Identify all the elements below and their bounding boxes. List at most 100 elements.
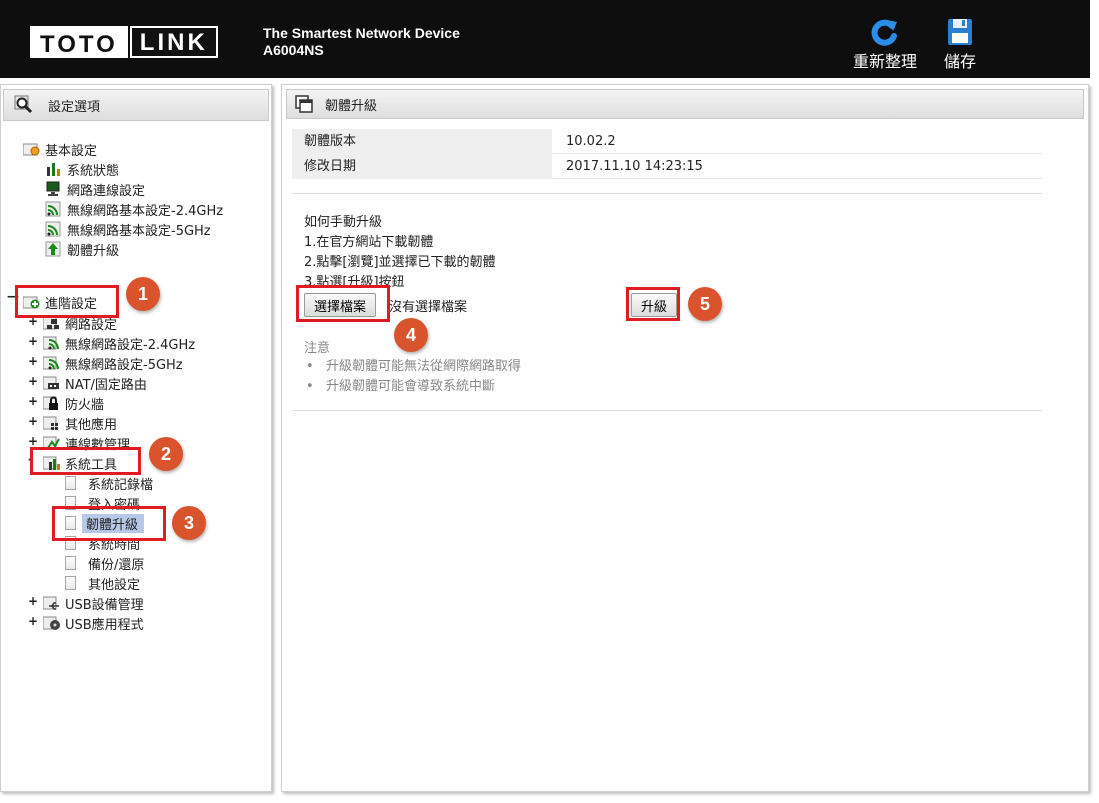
step-badge-4: 4	[394, 318, 428, 352]
folder-gear-icon	[23, 143, 40, 156]
sidebar-title: 設定選項	[48, 99, 101, 115]
save-label: 儲存	[944, 52, 977, 71]
modified-date-label: 修改日期	[292, 153, 552, 179]
sidebar-panel: 設定選項 基本設定 系統狀態 網路連線設定 無線網路基本設定-2.4GHz 無線…	[0, 84, 272, 792]
page-icon	[65, 476, 76, 490]
tree-item-network-connection[interactable]: 網路連線設定	[45, 180, 146, 199]
refresh-icon	[871, 19, 897, 46]
tree-item-usb-apps[interactable]: USB應用程式	[43, 614, 144, 633]
tree-item-firewall[interactable]: 防火牆	[43, 394, 105, 413]
tree-item-system-log[interactable]: 系統記錄檔	[65, 474, 154, 493]
tree-item-label: 韌體升級	[67, 243, 120, 259]
highlight-box-2	[30, 447, 141, 475]
expand-toggle[interactable]: +	[28, 434, 38, 448]
tree-item-wifi-basic-5[interactable]: 無線網路基本設定-5GHz	[45, 220, 211, 239]
tagline: The Smartest Network Device A6004NS	[263, 25, 460, 59]
tree-item-label: 網路連線設定	[67, 183, 146, 199]
highlight-box-3	[52, 506, 166, 541]
tree-item-label: 系統狀態	[67, 163, 120, 179]
router-icon	[43, 376, 59, 390]
page-title: 韌體升級	[325, 98, 378, 114]
logo-left: TOTO	[30, 26, 128, 58]
tree-item-label: 其他應用	[65, 417, 118, 433]
tree-item-wifi-basic-24[interactable]: 無線網路基本設定-2.4GHz	[45, 200, 224, 219]
refresh-label: 重新整理	[853, 52, 918, 71]
note-list: 升級韌體可能無法從網際網路取得 升級韌體可能會導致系統中斷	[304, 357, 521, 397]
tree-basic-label: 基本設定	[45, 143, 98, 159]
tree-item-label: USB應用程式	[65, 617, 144, 633]
highlight-box-4	[296, 285, 390, 322]
highlight-box-1	[15, 285, 119, 318]
modified-date-value: 2017.11.10 14:23:15	[566, 158, 703, 174]
tree-item-wifi-24[interactable]: 無線網路設定-2.4GHz	[43, 334, 196, 353]
main-panel: 韌體升級 韌體版本 10.02.2 修改日期 2017.11.10 14:23:…	[281, 84, 1089, 792]
wifi-icon	[45, 201, 61, 217]
tree-item-label: 系統記錄檔	[88, 477, 154, 493]
tree-item-usb-mgmt[interactable]: USB設備管理	[43, 594, 144, 613]
tree-item-system-status[interactable]: 系統狀態	[45, 160, 120, 179]
expand-toggle[interactable]: +	[28, 594, 38, 608]
tree-item-other-apps[interactable]: 其他應用	[43, 414, 118, 433]
magnifier-icon	[14, 95, 33, 114]
wifi-icon	[43, 336, 59, 350]
expand-toggle[interactable]: +	[28, 354, 38, 368]
expand-toggle[interactable]: +	[28, 394, 38, 408]
expand-toggle[interactable]: +	[28, 334, 38, 348]
tree-item-label: 無線網路基本設定-2.4GHz	[67, 203, 224, 219]
divider	[292, 410, 1042, 411]
step-badge-3: 3	[172, 506, 206, 540]
step-badge-1: 1	[126, 277, 160, 311]
upgrade-instructions: 如何手動升級 1.在官方網站下載韌體 2.點擊[瀏覽]並選擇已下載的韌體 3.點…	[304, 213, 496, 293]
no-file-text: 沒有選擇檔案	[389, 300, 468, 315]
usb-icon	[43, 596, 59, 610]
step-badge-5: 5	[688, 287, 722, 321]
highlight-box-5	[626, 287, 680, 321]
tree-item-firmware-basic[interactable]: 韌體升級	[45, 240, 120, 259]
wifi-icon	[45, 221, 61, 237]
tree-item-backup-restore[interactable]: 備份/還原	[65, 554, 145, 573]
page-icon	[65, 556, 76, 570]
save-button[interactable]: 儲存	[944, 18, 976, 72]
totolink-logo: TOTO LINK	[30, 26, 218, 58]
main-title-bar: 韌體升級	[286, 89, 1084, 119]
fw-version-label: 韌體版本	[292, 128, 552, 154]
lock-icon	[43, 396, 58, 410]
monitor-icon	[46, 181, 60, 196]
table-row: 修改日期 2017.11.10 14:23:15	[292, 153, 1042, 179]
tree-item-label: 備份/還原	[88, 557, 145, 573]
chart-icon	[47, 163, 60, 176]
expand-toggle[interactable]: +	[28, 374, 38, 388]
upgrade-arrow-icon	[45, 241, 61, 257]
firmware-info-table: 韌體版本 10.02.2 修改日期 2017.11.10 14:23:15	[292, 128, 1042, 179]
logo-right: LINK	[129, 26, 218, 58]
list-item: 升級韌體可能會導致系統中斷	[304, 377, 521, 397]
tree-item-label: NAT/固定路由	[65, 377, 147, 393]
wifi-icon	[43, 356, 59, 370]
tree-item-nat[interactable]: NAT/固定路由	[43, 374, 147, 393]
refresh-button[interactable]: 重新整理	[853, 18, 917, 72]
list-item: 升級韌體可能無法從網際網路取得	[304, 357, 521, 377]
disc-icon	[43, 616, 60, 630]
tree-item-label: 其他設定	[88, 577, 141, 593]
sidebar-title-bar: 設定選項	[3, 89, 269, 121]
tree-item-label: 無線網路基本設定-5GHz	[67, 223, 211, 239]
fw-version-value: 10.02.2	[566, 133, 616, 149]
tree-item-label: USB設備管理	[65, 597, 144, 613]
divider	[292, 193, 1042, 194]
save-icon	[948, 19, 972, 45]
howto-step-1: 1.在官方網站下載韌體	[304, 235, 434, 250]
howto-step-2: 2.點擊[瀏覽]並選擇已下載的韌體	[304, 255, 496, 270]
tree-item-label: 無線網路設定-2.4GHz	[65, 337, 196, 353]
tagline-text: The Smartest Network Device	[263, 25, 460, 41]
tree-item-label: 防火牆	[65, 397, 105, 413]
tree-item-wifi-5[interactable]: 無線網路設定-5GHz	[43, 354, 183, 373]
tree-basic-settings[interactable]: 基本設定	[23, 140, 98, 159]
model-name: A6004NS	[263, 42, 324, 58]
note-title: 注意	[304, 341, 331, 356]
tree-item-other-settings[interactable]: 其他設定	[65, 574, 141, 593]
expand-toggle[interactable]: +	[28, 414, 38, 428]
step-badge-2: 2	[149, 437, 183, 471]
page-icon	[65, 576, 76, 590]
expand-toggle[interactable]: +	[28, 614, 38, 628]
howto-title: 如何手動升級	[304, 215, 383, 230]
